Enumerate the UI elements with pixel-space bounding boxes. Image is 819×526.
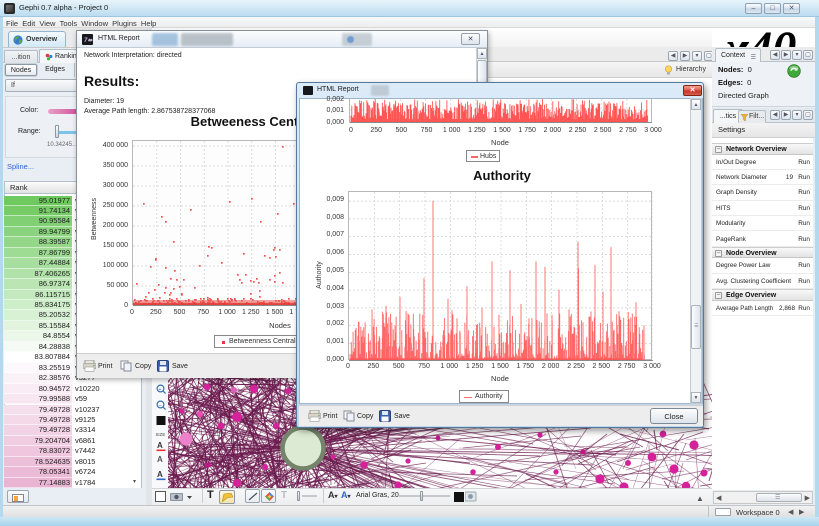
svg-text:+: +	[159, 387, 162, 393]
svg-text:SIZE: SIZE	[156, 432, 166, 437]
svg-text:–: –	[159, 403, 162, 409]
svg-text:A: A	[157, 441, 163, 450]
svg-text:A: A	[157, 470, 163, 479]
svg-text:A: A	[157, 455, 163, 464]
